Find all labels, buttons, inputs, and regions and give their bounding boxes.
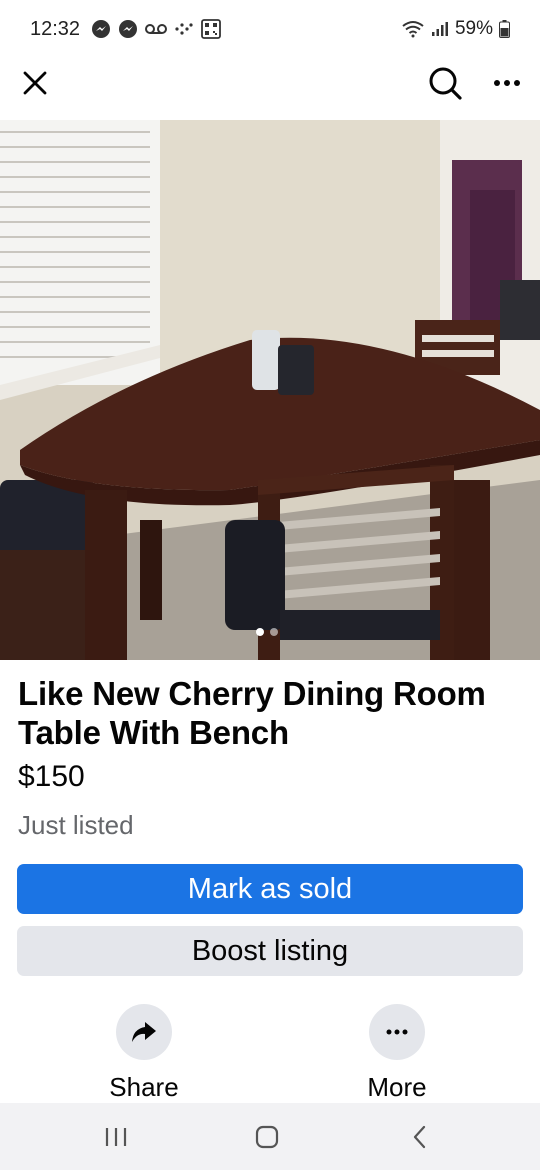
photo-pagination	[256, 628, 278, 636]
close-icon	[23, 71, 47, 95]
photo-illustration	[0, 120, 540, 660]
pagination-dot	[270, 628, 278, 636]
home-button[interactable]	[237, 1117, 297, 1157]
recents-button[interactable]	[86, 1117, 146, 1157]
home-icon	[255, 1125, 279, 1149]
dots-icon	[174, 21, 194, 37]
status-bar: 12:32 59%	[0, 0, 540, 58]
status-left: 12:32	[30, 18, 221, 41]
share-icon	[132, 1022, 156, 1042]
voicemail-icon	[145, 22, 168, 36]
status-time: 12:32	[30, 17, 81, 40]
close-button[interactable]	[14, 62, 56, 104]
back-icon	[413, 1125, 426, 1149]
battery-icon	[499, 20, 510, 38]
battery-percentage: 59%	[454, 18, 493, 39]
back-button[interactable]	[390, 1117, 450, 1157]
wifi-icon	[401, 20, 425, 38]
app-header	[0, 58, 540, 120]
listing-status: Just listed	[18, 810, 134, 840]
search-icon	[429, 67, 462, 100]
more-horizontal-icon	[386, 1029, 408, 1035]
pagination-dot-active	[256, 628, 264, 636]
more-action[interactable]: More	[337, 1004, 457, 1102]
share-action[interactable]: Share	[84, 1004, 204, 1102]
signal-icon	[431, 21, 449, 37]
more-horizontal-icon	[494, 80, 520, 86]
system-nav-bar	[0, 1103, 540, 1170]
listing-price: $150	[18, 760, 85, 793]
search-button[interactable]	[424, 62, 466, 104]
share-button[interactable]	[116, 1004, 172, 1060]
status-right: 59%	[401, 18, 510, 40]
messenger-icon	[118, 19, 138, 39]
more-options-button[interactable]	[486, 62, 528, 104]
messenger-icon	[91, 19, 111, 39]
listing-photo[interactable]	[0, 120, 540, 660]
more-label: More	[367, 1072, 427, 1102]
boost-listing-button[interactable]: Boost listing	[17, 926, 523, 976]
share-label: Share	[109, 1072, 179, 1102]
recents-icon	[105, 1128, 127, 1146]
qr-icon	[201, 19, 221, 39]
more-button[interactable]	[369, 1004, 425, 1060]
listing-title: Like New Cherry Dining Room Table With B…	[18, 675, 486, 751]
mark-as-sold-button[interactable]: Mark as sold	[17, 864, 523, 914]
